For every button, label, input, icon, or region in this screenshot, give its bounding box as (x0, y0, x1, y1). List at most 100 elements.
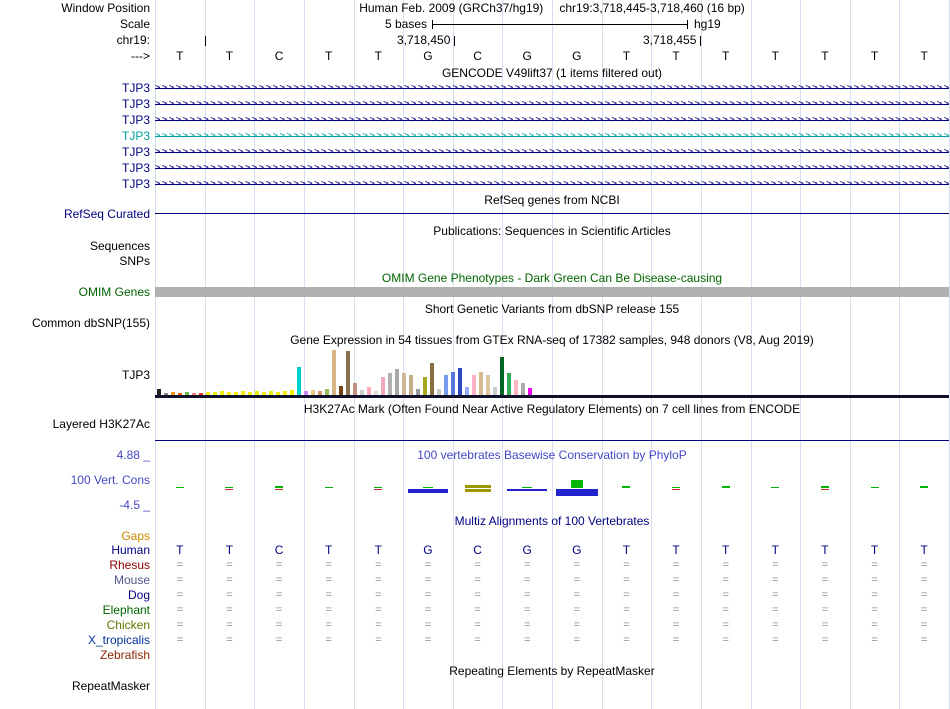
species-label[interactable]: Chicken (0, 618, 150, 633)
gene-exon-line[interactable]: >>>>>>>>>>>>>>>>>>>>>>>>>>>>>>>>>>>>>>>>… (155, 96, 949, 112)
h3k27ac-track-label[interactable]: Layered H3K27Ac (0, 417, 150, 431)
gtex-bar[interactable] (507, 373, 511, 395)
dbsnp-title: Short Genetic Variants from dbSNP releas… (424, 302, 680, 316)
gene-exon-line[interactable]: >>>>>>>>>>>>>>>>>>>>>>>>>>>>>>>>>>>>>>>>… (155, 176, 949, 192)
gtex-bar[interactable] (388, 373, 392, 395)
alignment-row[interactable]: Dog = = = = = = = = = = = = = = = = (0, 588, 950, 603)
gene-label[interactable]: TJP3 (0, 176, 150, 192)
gene-row[interactable]: TJP3 >>>>>>>>>>>>>>>>>>>>>>>>>>>>>>>>>>>>… (0, 128, 950, 144)
gene-row[interactable]: TJP3 >>>>>>>>>>>>>>>>>>>>>>>>>>>>>>>>>>>>… (0, 160, 950, 176)
omim-gene-bar[interactable] (155, 287, 949, 297)
gene-exon-line[interactable]: >>>>>>>>>>>>>>>>>>>>>>>>>>>>>>>>>>>>>>>>… (155, 144, 949, 160)
vertcons-track-label[interactable]: 100 Vert. Cons (0, 473, 150, 487)
gtex-bar[interactable] (297, 367, 301, 395)
refseq-gene-line[interactable] (155, 213, 949, 214)
gtex-bar[interactable] (479, 372, 483, 395)
gtex-bar[interactable] (444, 375, 448, 395)
gtex-bar[interactable] (430, 363, 434, 395)
gene-label[interactable]: TJP3 (0, 160, 150, 176)
base-cell: = (375, 634, 382, 646)
base-cell: = (474, 589, 481, 601)
gtex-bar[interactable] (353, 383, 357, 395)
gene-label[interactable]: TJP3 (0, 128, 150, 144)
gene-label[interactable]: TJP3 (0, 80, 150, 96)
window-position-label: Window Position (61, 1, 150, 15)
base-cell: = (573, 604, 581, 616)
gtex-bar[interactable] (458, 368, 462, 395)
gene-label[interactable]: TJP3 (0, 144, 150, 160)
gtex-bar[interactable] (332, 350, 336, 395)
species-label[interactable]: Human (0, 543, 150, 558)
gene-exon-line[interactable]: >>>>>>>>>>>>>>>>>>>>>>>>>>>>>>>>>>>>>>>>… (155, 80, 949, 96)
h3k27ac-title: H3K27Ac Mark (Often Found Near Active Re… (303, 402, 801, 416)
conservation-positive-mark (175, 487, 184, 488)
gene-label[interactable]: TJP3 (0, 112, 150, 128)
alignment-row[interactable]: Zebrafish (0, 648, 950, 663)
gtex-bar[interactable] (395, 369, 399, 395)
gene-exon-line[interactable]: >>>>>>>>>>>>>>>>>>>>>>>>>>>>>>>>>>>>>>>>… (155, 112, 949, 128)
gtex-bar[interactable] (500, 357, 504, 395)
alignment-cells: TTCTTGCGGTTTTTTT (155, 543, 949, 558)
base-cell: = (474, 619, 481, 631)
gtex-bar[interactable] (367, 387, 371, 395)
gene-row[interactable]: TJP3 >>>>>>>>>>>>>>>>>>>>>>>>>>>>>>>>>>>>… (0, 176, 950, 192)
gtex-bar[interactable] (402, 373, 406, 395)
species-label[interactable]: X_tropicalis (0, 633, 150, 648)
alignment-row[interactable]: Chicken = = = = = = = = = = = = = = = = (0, 618, 950, 633)
gene-label[interactable]: TJP3 (0, 96, 150, 112)
gene-row[interactable]: TJP3 >>>>>>>>>>>>>>>>>>>>>>>>>>>>>>>>>>>>… (0, 144, 950, 160)
gtex-bar[interactable] (528, 388, 532, 395)
base-cell: = (176, 604, 184, 616)
gtex-bars[interactable] (155, 348, 949, 395)
gene-row[interactable]: TJP3 >>>>>>>>>>>>>>>>>>>>>>>>>>>>>>>>>>>>… (0, 112, 950, 128)
gtex-bar[interactable] (346, 351, 350, 395)
gene-row[interactable]: TJP3 >>>>>>>>>>>>>>>>>>>>>>>>>>>>>>>>>>>>… (0, 96, 950, 112)
species-label[interactable]: Rhesus (0, 558, 150, 573)
base-cell: = (821, 604, 829, 616)
alignment-cells: = = = = = = = = = = = = = = = = (155, 633, 949, 648)
gtex-bar[interactable] (423, 377, 427, 395)
conservation-negative-mark (507, 489, 548, 491)
species-label[interactable]: Zebrafish (0, 648, 150, 663)
repeatmasker-track-label[interactable]: RepeatMasker (0, 679, 150, 693)
snps-track-label[interactable]: SNPs (0, 254, 150, 268)
gtex-track-label[interactable]: TJP3 (0, 368, 150, 382)
conservation-positive-mark (570, 480, 583, 488)
alignment-row[interactable]: Elephant = = = = = = = = = = = = = = = = (0, 603, 950, 618)
gtex-bar[interactable] (472, 375, 476, 395)
gene-row[interactable]: TJP3 >>>>>>>>>>>>>>>>>>>>>>>>>>>>>>>>>>>>… (0, 80, 950, 96)
conservation-negative-mark (275, 489, 284, 490)
gtex-bar[interactable] (381, 377, 385, 395)
alignment-row[interactable]: Mouse = = = = = = = = = = = = = = = = (0, 573, 950, 588)
base-cell: = (325, 574, 332, 586)
conservation-negative-mark (374, 489, 383, 490)
gtex-bar[interactable] (409, 375, 413, 395)
gtex-bar[interactable] (339, 386, 343, 395)
sequences-track-label[interactable]: Sequences (0, 239, 150, 253)
gene-exon-line[interactable]: >>>>>>>>>>>>>>>>>>>>>>>>>>>>>>>>>>>>>>>>… (155, 128, 949, 144)
gtex-bar[interactable] (514, 380, 518, 395)
alignment-row[interactable]: Rhesus = = = = = = = = = = = = = = = = (0, 558, 950, 573)
conservation-positive-mark (920, 486, 929, 488)
omim-track-label[interactable]: OMIM Genes (0, 286, 150, 298)
gtex-bar[interactable] (493, 387, 497, 395)
strand-arrows: >>>>>>>>>>>>>>>>>>>>>>>>>>>>>>>>>>>>>>>>… (155, 147, 949, 157)
gtex-bar[interactable] (451, 372, 455, 395)
gene-exon-line[interactable]: >>>>>>>>>>>>>>>>>>>>>>>>>>>>>>>>>>>>>>>>… (155, 160, 949, 176)
gaps-label[interactable]: Gaps (0, 529, 150, 543)
base-cell: = (871, 574, 878, 586)
alignment-row[interactable]: X_tropicalis = = = = = = = = = = = = = = = = (0, 633, 950, 648)
gtex-bar[interactable] (521, 383, 525, 395)
base-cell: = (871, 559, 878, 571)
refseq-track-label[interactable]: RefSeq Curated (0, 207, 150, 221)
gtex-bar[interactable] (486, 375, 490, 395)
alignment-row[interactable]: Human T T C T T G C G G T T T T T T T (0, 543, 950, 558)
species-label[interactable]: Mouse (0, 573, 150, 588)
base-cell: T (870, 543, 879, 557)
multiz-title: Multiz Alignments of 100 Vertebrates (454, 514, 650, 528)
species-label[interactable]: Elephant (0, 603, 150, 618)
conservation-negative-mark (820, 489, 829, 490)
gtex-bar[interactable] (465, 387, 469, 395)
dbsnp-track-label[interactable]: Common dbSNP(155) (0, 316, 150, 330)
species-label[interactable]: Dog (0, 588, 150, 603)
